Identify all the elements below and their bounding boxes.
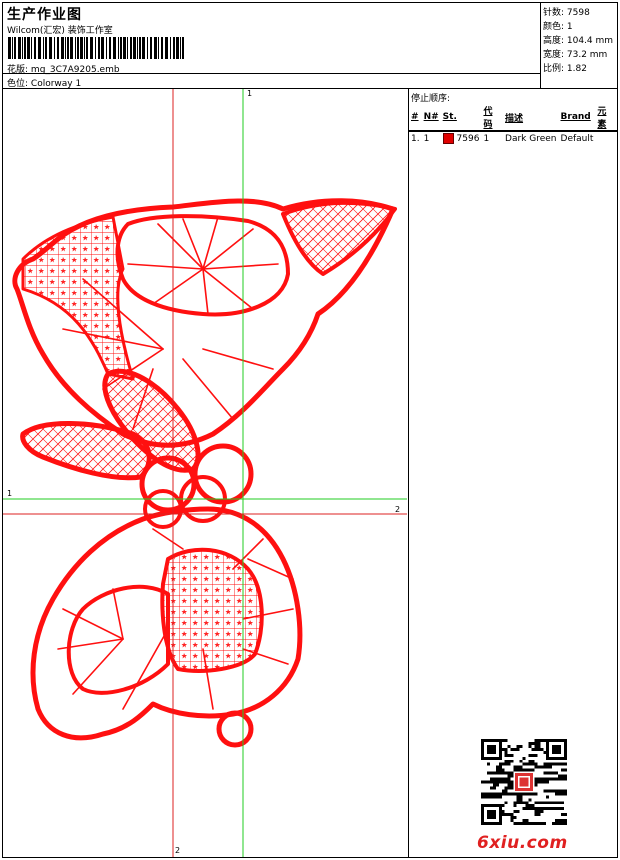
row-element: [595, 132, 617, 146]
stitch-count: 针数: 7598: [543, 8, 590, 18]
qr-code: [481, 739, 567, 825]
col-header: 元素: [595, 103, 617, 132]
tail-loop: [216, 710, 254, 748]
col-header: 描述: [503, 103, 559, 132]
divider: [409, 130, 617, 131]
colorway-label: 色位:: [7, 79, 29, 89]
row-n: 1: [423, 133, 430, 144]
row-stitches: 7596: [441, 132, 482, 146]
butterfly: [12, 198, 397, 748]
upper-grid-fill: [21, 215, 135, 381]
axis-label-v-top: 1: [247, 89, 253, 98]
stop-sequence-panel: 停止顺序: # N# St. 代码 描述 Brand 元素 1. 1 7596: [409, 89, 617, 857]
header-panel: 生产作业图 Wilcom(汇宏) 装饰工作室 花版: mg_3C7A9205.e…: [3, 3, 541, 89]
design-height: 高度: 104.4 mm: [543, 36, 614, 46]
axis-label-h-left: 1: [7, 489, 13, 498]
worksheet: 生产作业图 Wilcom(汇宏) 装饰工作室 花版: mg_3C7A9205.e…: [2, 2, 618, 858]
design-file-name: mg_3C7A9205.emb: [30, 65, 120, 75]
color-swatch: [442, 133, 454, 144]
col-header: #: [409, 103, 422, 132]
stats-panel: 针数: 7598 颜色: 1 高度: 104.4 mm 宽度: 73.2 mm …: [541, 3, 617, 89]
axis-label-v-bottom: 2: [175, 846, 181, 855]
axis-label-h-right: 2: [395, 505, 401, 514]
colorway-line: 色位: Colorway 1: [7, 76, 81, 89]
design-preview: 1 1 2 2: [3, 89, 409, 857]
embroidery-drawing: [3, 89, 407, 857]
watermark-logo: 6xiu.com: [477, 833, 568, 853]
row-num: 1.: [411, 133, 420, 144]
colorway-name: Colorway 1: [30, 79, 82, 89]
studio-name: Wilcom(汇宏) 装饰工作室: [7, 26, 113, 36]
design-scale: 比例: 1.82: [543, 64, 587, 74]
col-header: Brand: [558, 103, 596, 132]
stop-sequence-table: # N# St. 代码 描述 Brand 元素 1. 1 7596 1 Dark…: [409, 103, 617, 145]
design-file-line: 花版: mg_3C7A9205.emb: [7, 62, 120, 75]
table-header-row: # N# St. 代码 描述 Brand 元素: [409, 103, 617, 132]
row-brand: Default: [560, 133, 594, 144]
row-desc: Dark Green: [505, 133, 557, 144]
design-file-label: 花版:: [7, 65, 29, 75]
page-title: 生产作业图: [7, 7, 82, 23]
color-count: 颜色: 1: [543, 22, 573, 32]
lower-grid-fill: [160, 547, 264, 673]
row-code: 1: [483, 133, 490, 144]
design-width: 宽度: 73.2 mm: [543, 50, 608, 60]
barcode: [8, 37, 184, 59]
table-row: 1. 1 7596 1 Dark Green Default: [409, 132, 617, 146]
col-header: St.: [440, 103, 482, 132]
col-header: N#: [421, 103, 441, 132]
col-header: 代码: [481, 103, 504, 132]
left-wing: [20, 421, 152, 481]
